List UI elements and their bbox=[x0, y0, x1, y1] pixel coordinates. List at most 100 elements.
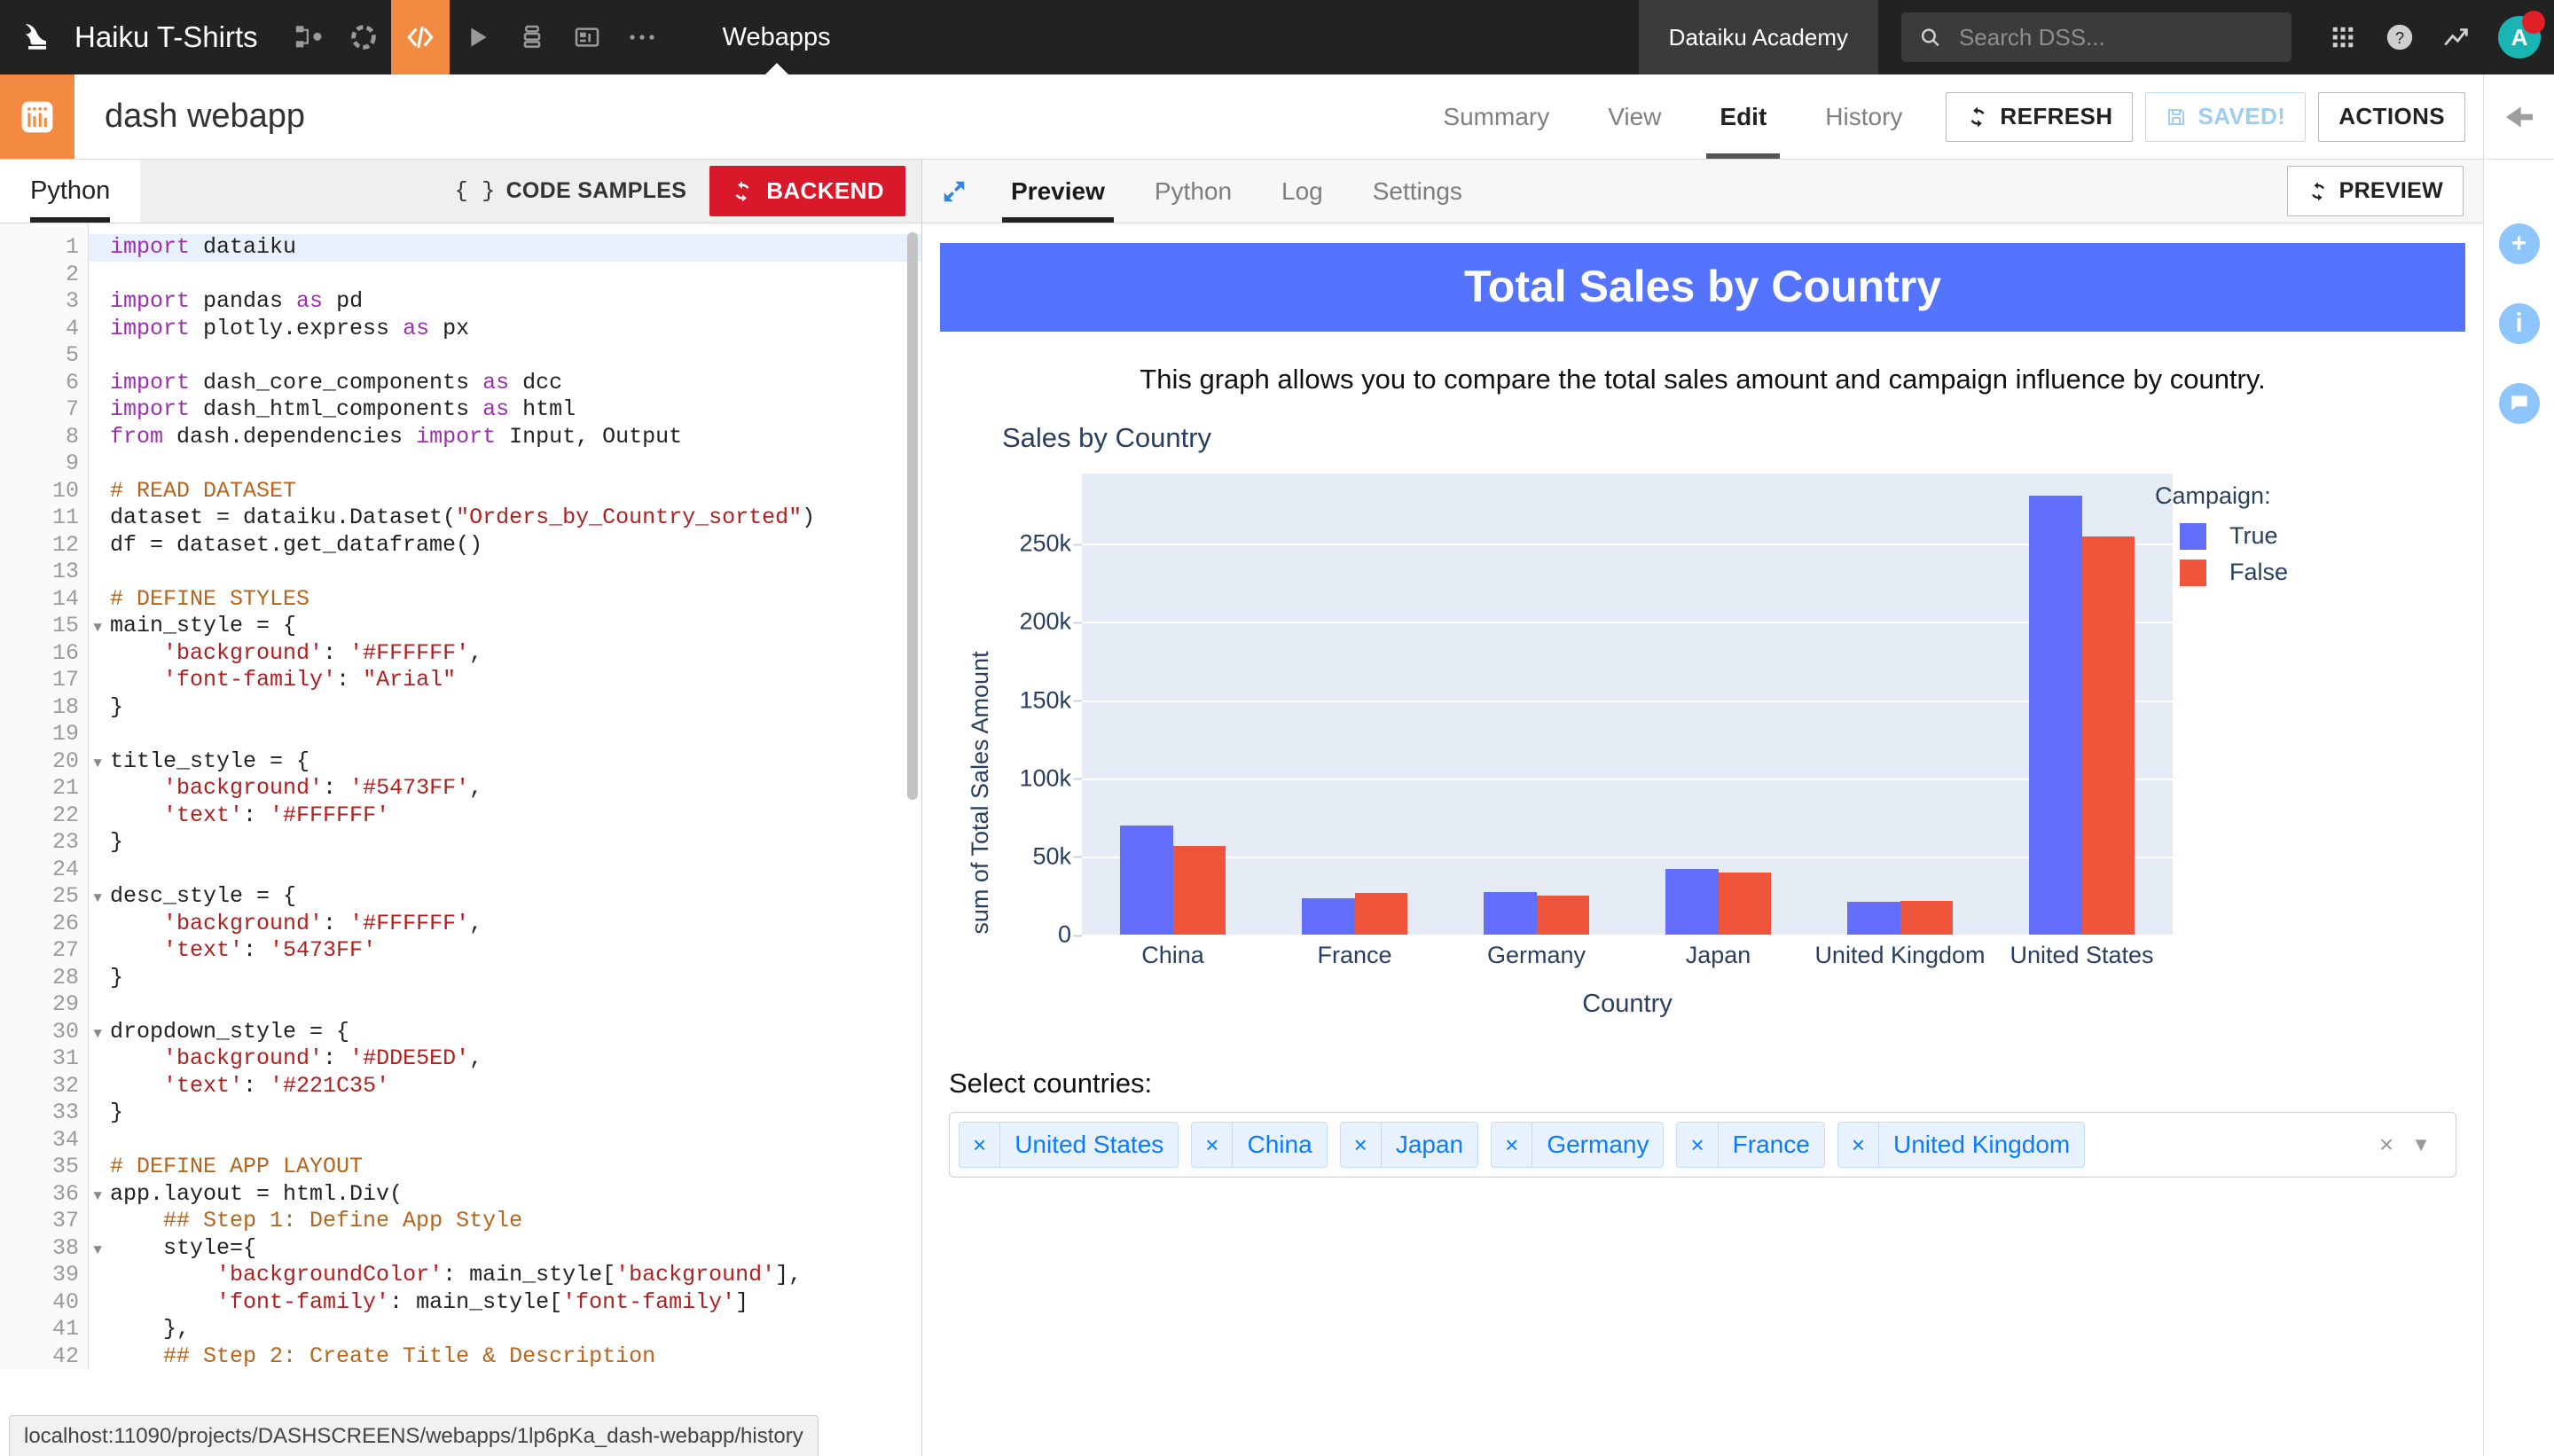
code-line[interactable]: desc_style = { bbox=[110, 883, 921, 911]
code-line[interactable]: import plotly.express as px bbox=[110, 316, 921, 343]
selected-country-chip[interactable]: ×United Kingdom bbox=[1837, 1122, 2085, 1168]
code-line[interactable] bbox=[110, 857, 921, 884]
code-line[interactable]: # DEFINE APP LAYOUT bbox=[110, 1154, 921, 1181]
selected-country-chip[interactable]: ×China bbox=[1191, 1122, 1327, 1168]
user-avatar-wrapper[interactable]: A bbox=[2485, 0, 2554, 74]
recipe-icon[interactable] bbox=[336, 0, 391, 74]
code-line[interactable]: dataset = dataiku.Dataset("Orders_by_Cou… bbox=[110, 505, 921, 532]
selected-country-chip[interactable]: ×United States bbox=[959, 1122, 1179, 1168]
code-samples-button[interactable]: { } CODE SAMPLES bbox=[432, 160, 710, 223]
preview-button[interactable]: PREVIEW bbox=[2287, 166, 2464, 216]
project-name[interactable]: Haiku T-Shirts bbox=[74, 0, 281, 74]
preview-tab-settings[interactable]: Settings bbox=[1348, 160, 1487, 223]
code-line[interactable]: import dash_core_components as dcc bbox=[110, 370, 921, 397]
code-line[interactable]: 'background': '#DDE5ED', bbox=[110, 1045, 921, 1073]
code-line[interactable]: 'text': '5473FF' bbox=[110, 937, 921, 965]
code-line[interactable]: ## Step 2: Create Title & Description bbox=[110, 1343, 921, 1371]
code-line[interactable]: dropdown_style = { bbox=[110, 1019, 921, 1046]
jobs-icon[interactable] bbox=[505, 0, 560, 74]
code-line[interactable] bbox=[110, 721, 921, 748]
code-line[interactable] bbox=[110, 1127, 921, 1155]
more-icon[interactable] bbox=[615, 0, 670, 74]
search-box[interactable] bbox=[1901, 12, 2292, 62]
code-line[interactable] bbox=[110, 450, 921, 478]
help-icon[interactable]: ? bbox=[2371, 0, 2428, 74]
code-line[interactable]: import pandas as pd bbox=[110, 288, 921, 316]
code-line[interactable]: } bbox=[110, 694, 921, 722]
chip-remove-icon[interactable]: × bbox=[1192, 1123, 1233, 1167]
code-icon[interactable] bbox=[391, 0, 450, 74]
code-line[interactable] bbox=[110, 991, 921, 1019]
code-lines[interactable]: import dataiku import pandas as pdimport… bbox=[89, 223, 921, 1370]
bar[interactable] bbox=[1900, 901, 1953, 935]
code-line[interactable] bbox=[110, 262, 921, 289]
legend-entry[interactable]: True bbox=[2180, 522, 2350, 550]
code-line[interactable]: 'text': '#221C35' bbox=[110, 1073, 921, 1100]
chevron-down-icon[interactable]: ▼ bbox=[2408, 1133, 2447, 1156]
code-line[interactable]: 'font-family': "Arial" bbox=[110, 667, 921, 694]
chip-remove-icon[interactable]: × bbox=[1838, 1123, 1879, 1167]
bar-group[interactable] bbox=[1809, 474, 1991, 935]
chip-remove-icon[interactable]: × bbox=[1677, 1123, 1718, 1167]
bar-group[interactable] bbox=[1445, 474, 1627, 935]
bar[interactable] bbox=[1665, 869, 1718, 935]
code-line[interactable]: 'font-family': main_style['font-family'] bbox=[110, 1289, 921, 1317]
code-line[interactable] bbox=[110, 342, 921, 370]
code-line[interactable]: import dash_html_components as html bbox=[110, 396, 921, 424]
code-line[interactable]: 'background': '#FFFFFF', bbox=[110, 911, 921, 938]
editor-vertical-scrollbar[interactable] bbox=[907, 232, 918, 800]
code-line[interactable]: 'text': '#FFFFFF' bbox=[110, 802, 921, 830]
tab-edit[interactable]: Edit bbox=[1690, 74, 1796, 159]
code-area[interactable]: 123456789101112131415▼1617181920▼2122232… bbox=[0, 223, 921, 1456]
bar-group[interactable] bbox=[1991, 474, 2173, 935]
legend-entry[interactable]: False bbox=[2180, 559, 2350, 586]
code-line[interactable]: title_style = { bbox=[110, 748, 921, 776]
refresh-button[interactable]: REFRESH bbox=[1946, 92, 2133, 142]
code-line[interactable]: } bbox=[110, 965, 921, 992]
bar[interactable] bbox=[1355, 893, 1407, 935]
code-line[interactable]: style={ bbox=[110, 1235, 921, 1263]
dataiku-logo[interactable] bbox=[0, 0, 74, 74]
add-icon[interactable]: + bbox=[2499, 223, 2540, 264]
code-line[interactable]: }, bbox=[110, 1316, 921, 1343]
bar[interactable] bbox=[2029, 496, 2081, 935]
comment-icon[interactable] bbox=[2499, 383, 2540, 424]
bar[interactable] bbox=[1484, 892, 1536, 935]
code-line[interactable]: from dash.dependencies import Input, Out… bbox=[110, 424, 921, 451]
bar[interactable] bbox=[1847, 902, 1900, 935]
flow-icon[interactable] bbox=[281, 0, 336, 74]
bar-chart[interactable]: Sales by Country sum of Total Sales Amou… bbox=[949, 422, 2465, 1043]
selected-country-chip[interactable]: ×France bbox=[1676, 1122, 1824, 1168]
section-webapps[interactable]: Webapps bbox=[696, 0, 858, 74]
bar-group[interactable] bbox=[1082, 474, 1264, 935]
tab-history[interactable]: History bbox=[1796, 74, 1931, 159]
code-line[interactable]: df = dataset.get_dataframe() bbox=[110, 532, 921, 560]
bar[interactable] bbox=[1537, 896, 1589, 935]
selected-country-chip[interactable]: ×Japan bbox=[1340, 1122, 1478, 1168]
code-line[interactable]: ## Step 1: Define App Style bbox=[110, 1208, 921, 1235]
chip-remove-icon[interactable]: × bbox=[1492, 1123, 1532, 1167]
actions-button[interactable]: ACTIONS bbox=[2318, 92, 2465, 142]
code-line[interactable]: import dataiku bbox=[89, 234, 921, 262]
expand-icon[interactable] bbox=[922, 160, 986, 223]
search-input[interactable] bbox=[1957, 23, 2274, 52]
selected-country-chip[interactable]: ×Germany bbox=[1491, 1122, 1664, 1168]
bar[interactable] bbox=[1173, 846, 1226, 935]
dataiku-academy-link[interactable]: Dataiku Academy bbox=[1639, 0, 1878, 74]
code-line[interactable]: } bbox=[110, 1100, 921, 1127]
chip-remove-icon[interactable]: × bbox=[1341, 1123, 1382, 1167]
backend-button[interactable]: BACKEND bbox=[709, 166, 905, 216]
preview-tab-preview[interactable]: Preview bbox=[986, 160, 1130, 223]
code-line[interactable]: main_style = { bbox=[110, 613, 921, 640]
code-line[interactable] bbox=[110, 559, 921, 586]
multiselect-control[interactable]: ×United States ×China ×Japan ×Germany ×Franc… bbox=[949, 1112, 2456, 1178]
bar[interactable] bbox=[2082, 536, 2135, 935]
collapse-right-panel-button[interactable] bbox=[2483, 74, 2554, 159]
chip-remove-icon[interactable]: × bbox=[960, 1123, 1000, 1167]
editor-tab-python[interactable]: Python bbox=[0, 160, 140, 223]
code-line[interactable]: 'background': '#5473FF', bbox=[110, 775, 921, 802]
code-line[interactable]: 'background': '#FFFFFF', bbox=[110, 640, 921, 668]
code-line[interactable]: app.layout = html.Div( bbox=[110, 1181, 921, 1209]
bar[interactable] bbox=[1120, 826, 1172, 935]
tab-view[interactable]: View bbox=[1579, 74, 1690, 159]
